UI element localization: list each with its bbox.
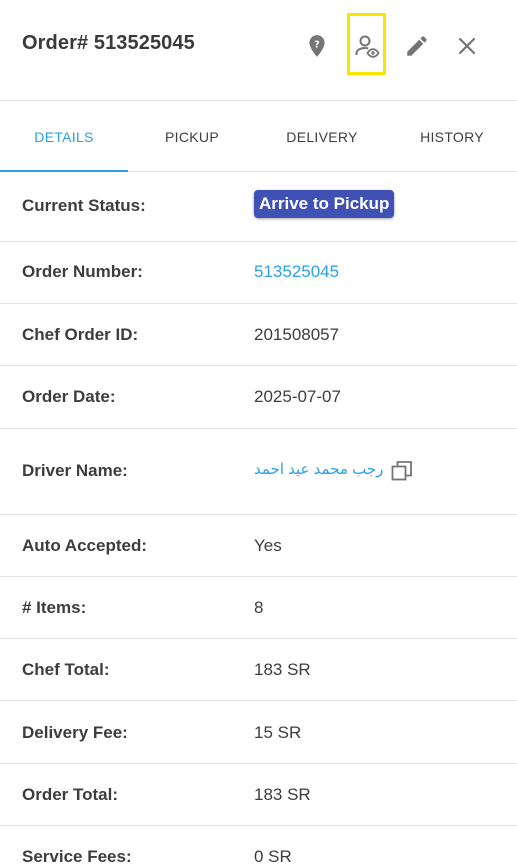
row-driver-name: Driver Name: رجب محمد عيد احمد xyxy=(0,429,517,515)
chef-total-label: Chef Total: xyxy=(22,660,110,679)
chef-total-value: 183 SR xyxy=(254,660,311,679)
delivery-fee-label: Delivery Fee: xyxy=(22,723,128,742)
edit-icon xyxy=(407,36,427,56)
tab-bar: DETAILS PICKUP DELIVERY HISTORY xyxy=(0,102,517,172)
close-button[interactable] xyxy=(447,26,487,66)
service-fees-value: 0 SR xyxy=(254,847,292,866)
auto-accepted-value: Yes xyxy=(254,536,282,555)
copy-icon[interactable] xyxy=(390,459,414,483)
row-chef-order-id: Chef Order ID: 201508057 xyxy=(0,304,517,366)
view-user-icon xyxy=(355,35,380,58)
items-value: 8 xyxy=(254,598,264,617)
row-service-fees: Service Fees: 0 SR xyxy=(0,826,517,866)
auto-accepted-label: Auto Accepted: xyxy=(22,536,147,555)
chef-order-id-value: 201508057 xyxy=(254,325,340,344)
items-label: # Items: xyxy=(22,598,87,617)
dialog-header: Order# 513525045 ? xyxy=(0,0,517,101)
chef-order-id-label: Chef Order ID: xyxy=(22,325,139,344)
status-badge: Arrive to Pickup xyxy=(254,190,395,218)
order-total-label: Order Total: xyxy=(22,785,119,804)
row-delivery-fee: Delivery Fee: 15 SR xyxy=(0,701,517,764)
svg-text:?: ? xyxy=(314,39,320,50)
order-title: Order# 513525045 xyxy=(22,32,195,54)
row-order-number: Order Number: 513525045 xyxy=(0,242,517,304)
delivery-fee-value: 15 SR xyxy=(254,723,302,742)
order-number-link[interactable]: 513525045 xyxy=(254,262,339,282)
tab-history[interactable]: HISTORY xyxy=(388,102,516,172)
view-user-button[interactable] xyxy=(347,26,387,66)
service-fees-label: Service Fees: xyxy=(22,847,132,866)
tab-pickup[interactable]: PICKUP xyxy=(128,102,256,172)
row-auto-accepted: Auto Accepted: Yes xyxy=(0,515,517,577)
edit-button[interactable] xyxy=(397,26,437,66)
row-order-total: Order Total: 183 SR xyxy=(0,764,517,826)
row-items: # Items: 8 xyxy=(0,577,517,639)
current-status-label: Current Status: xyxy=(22,196,146,215)
driver-name-link[interactable]: رجب محمد عيد احمد xyxy=(254,460,383,478)
order-number-label: Order Number: xyxy=(22,262,143,281)
row-current-status: Current Status: Arrive to Pickup xyxy=(0,172,517,242)
help-button[interactable]: ? xyxy=(297,26,337,66)
tab-delivery[interactable]: DELIVERY xyxy=(258,102,386,172)
close-icon xyxy=(458,37,476,55)
tab-details[interactable]: DETAILS xyxy=(0,102,128,172)
order-date-label: Order Date: xyxy=(22,387,116,406)
help-icon: ? xyxy=(309,35,325,57)
row-order-date: Order Date: 2025-07-07 xyxy=(0,366,517,429)
order-date-value: 2025-07-07 xyxy=(254,387,341,406)
row-chef-total: Chef Total: 183 SR xyxy=(0,639,517,701)
driver-name-label: Driver Name: xyxy=(22,461,128,480)
order-total-value: 183 SR xyxy=(254,785,311,804)
